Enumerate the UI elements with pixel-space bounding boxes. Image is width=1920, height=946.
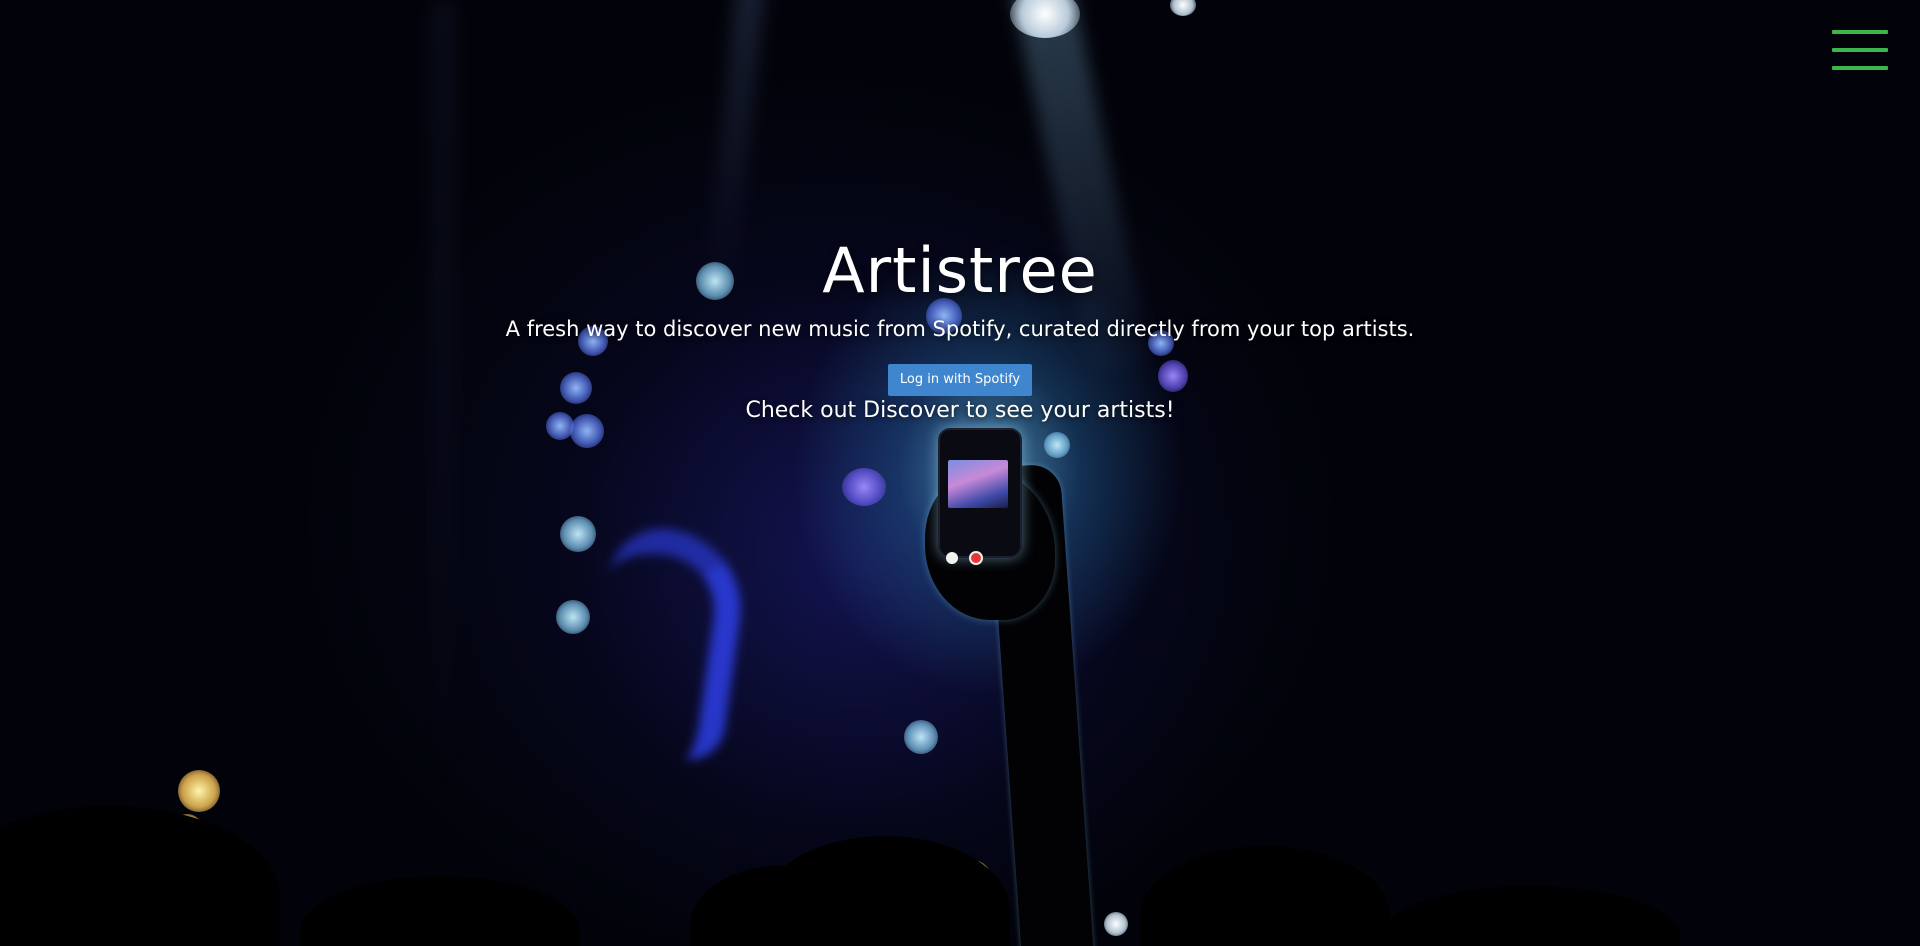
page-subtitle: A fresh way to discover new music from S… [505,317,1415,341]
page-title: Artistree [822,234,1098,307]
hamburger-menu-icon [1832,30,1888,34]
bokeh-light [556,600,590,634]
bokeh-light [842,468,886,506]
blue-neon-light [584,521,752,765]
bokeh-light [904,720,938,754]
crowd-silhouette [760,836,1010,946]
hamburger-menu-icon [1832,48,1888,52]
phone-screen [948,460,1008,508]
menu-button[interactable] [1830,28,1888,76]
bokeh-light [560,516,596,552]
crowd-silhouette [1140,846,1390,946]
login-with-spotify-button[interactable]: Log in with Spotify [887,364,1033,396]
crowd-silhouette [300,876,580,946]
discover-hint-text: Check out Discover to see your artists! [745,398,1175,423]
bokeh-light [1044,432,1070,458]
phone-shutter-dot [946,552,958,564]
bokeh-light [1170,0,1196,16]
hero-section: Artistree A fresh way to discover new mu… [0,228,1920,426]
crowd-silhouette [1380,886,1680,946]
phone-silhouette [938,428,1022,558]
bokeh-light [178,770,220,812]
crowd-silhouette [0,806,280,946]
bokeh-light [1104,912,1128,936]
phone-record-dot [969,551,983,565]
landing-page: Artistree A fresh way to discover new mu… [0,0,1920,946]
hamburger-menu-icon [1832,66,1888,70]
